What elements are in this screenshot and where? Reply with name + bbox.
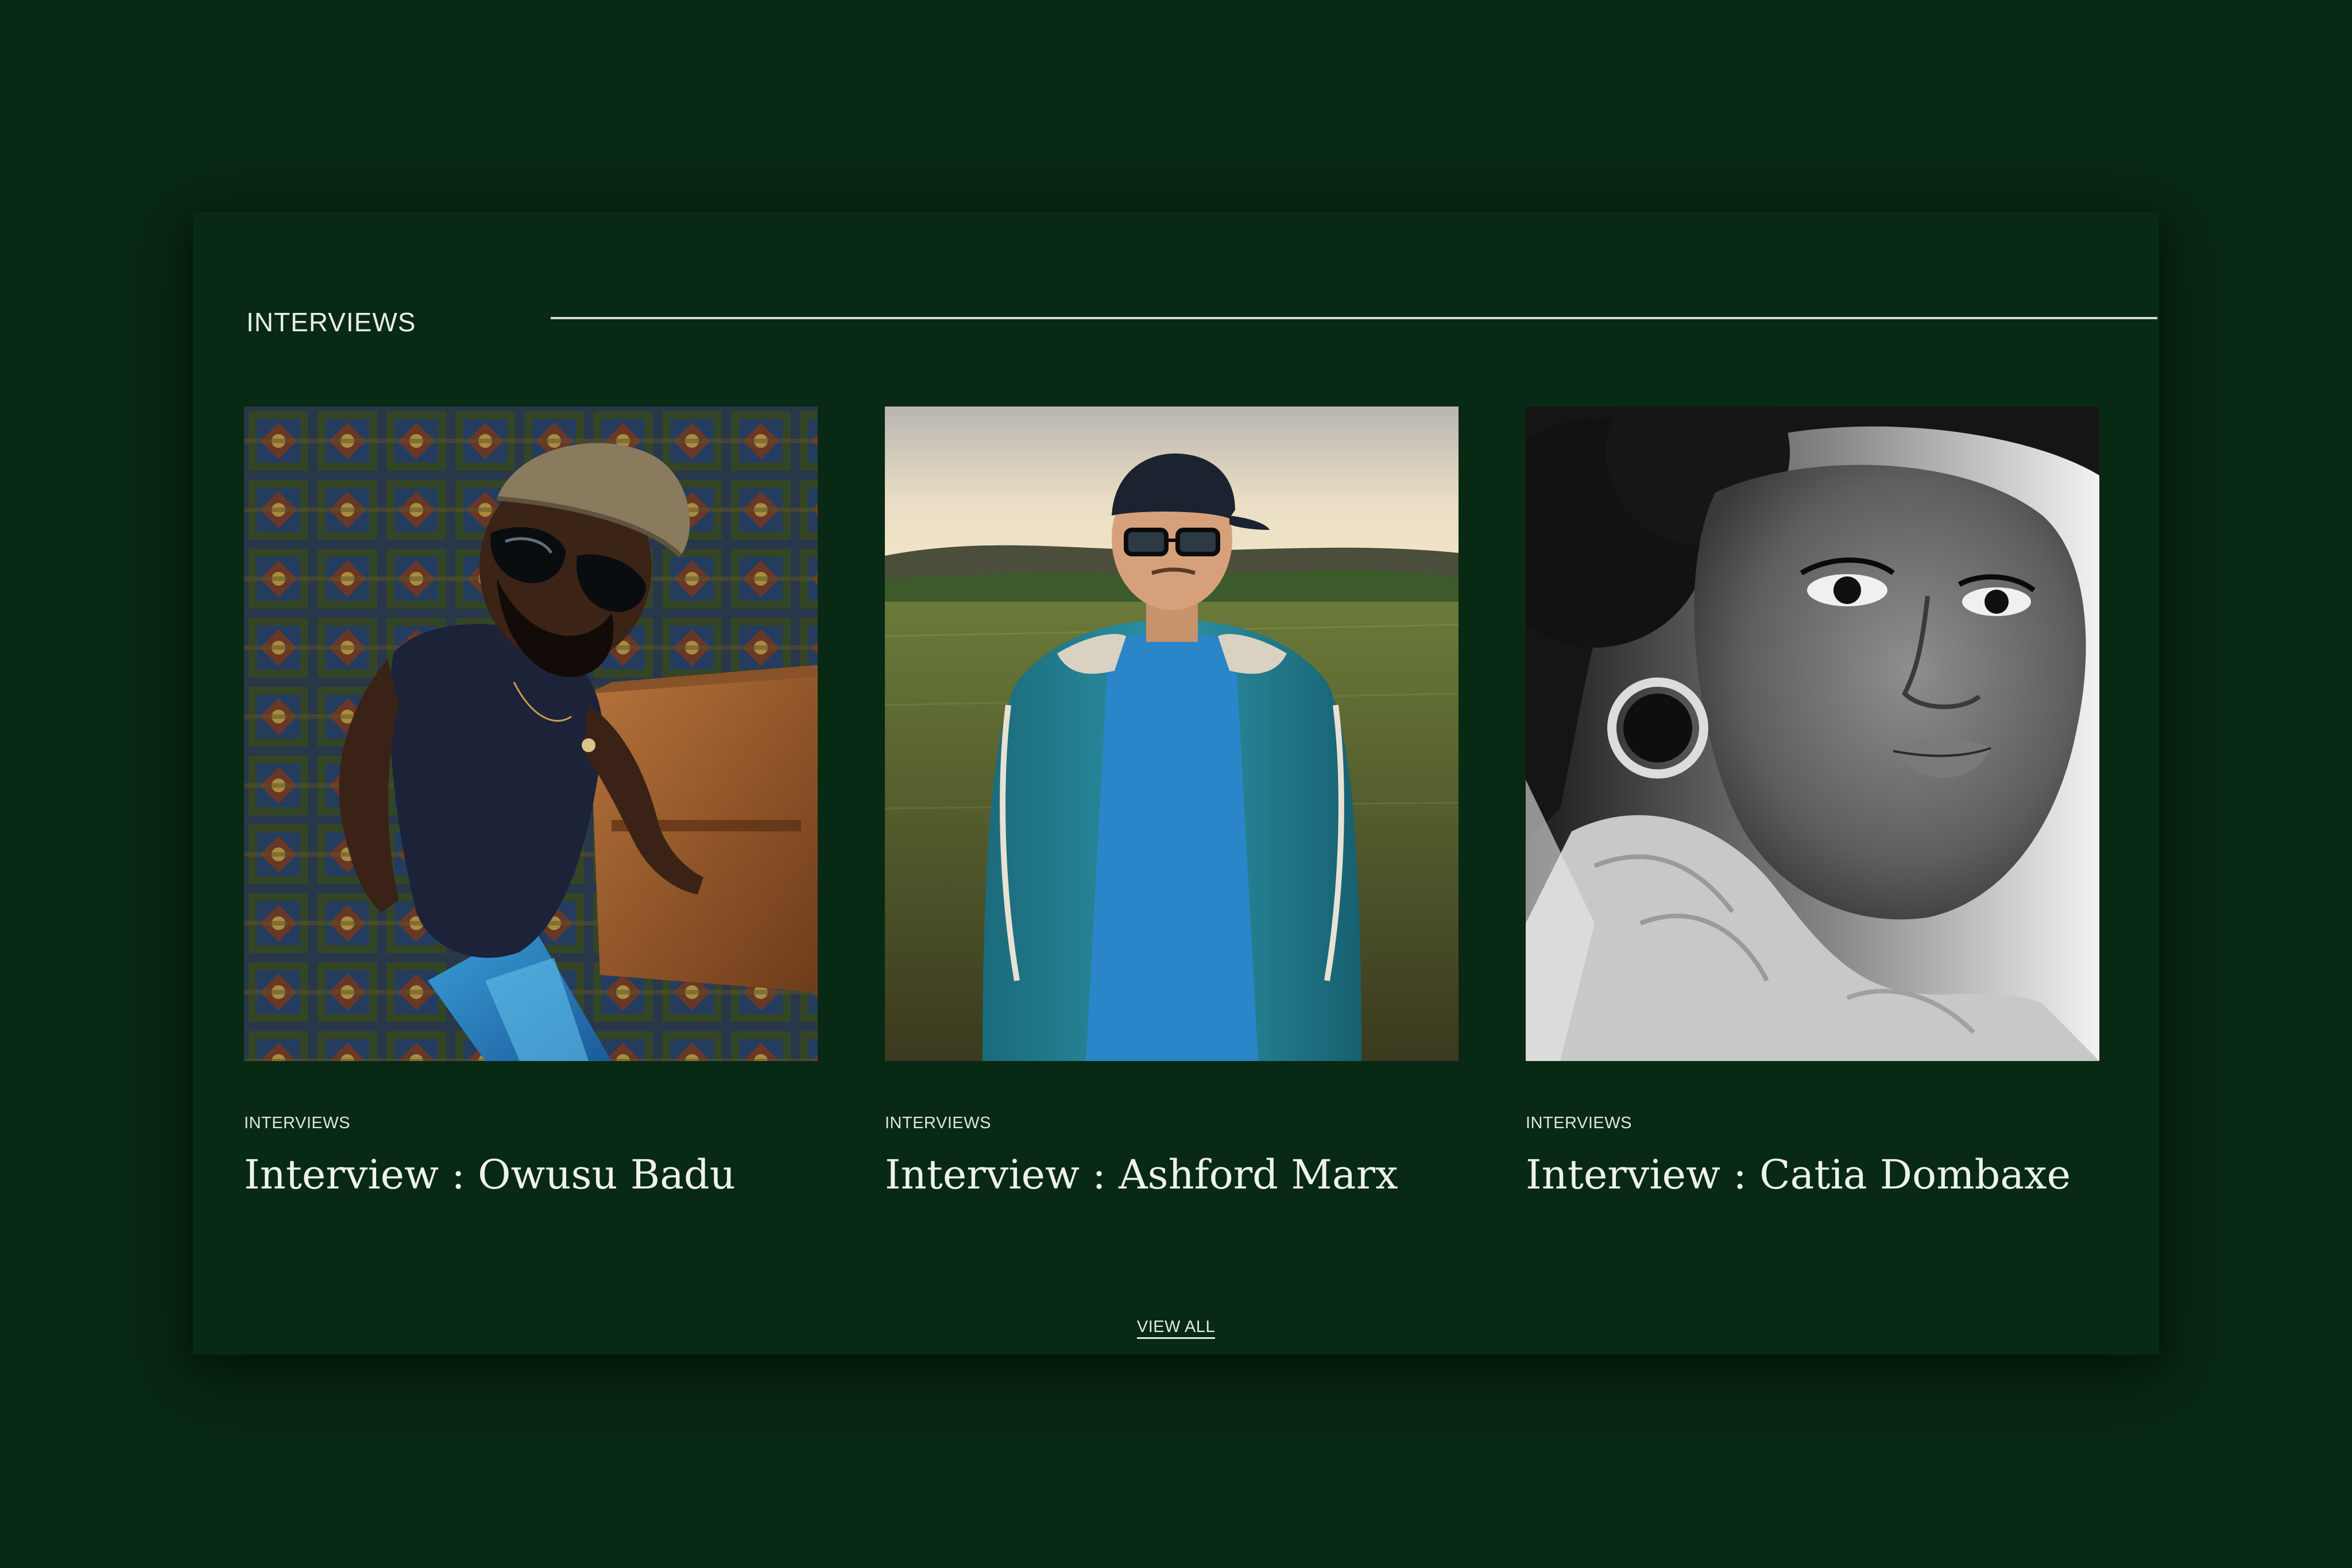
portrait-photo-icon xyxy=(1526,406,2099,1061)
article-card[interactable]: INTERVIEWS Interview : Owusu Badu xyxy=(244,406,818,1198)
section-title: INTERVIEWS xyxy=(246,307,416,337)
section-divider xyxy=(551,317,2157,319)
portrait-photo-icon xyxy=(885,406,1459,1061)
interviews-section: INTERVIEWS INTERVIEWS Interview: Owusu … xyxy=(193,212,2159,1354)
article-category[interactable]: INTERVIEWS xyxy=(244,1113,350,1133)
article-category[interactable]: INTERVIEWS xyxy=(885,1113,991,1133)
view-all-container: VIEW ALL xyxy=(193,1318,2159,1339)
portrait-photo-icon xyxy=(244,406,818,1061)
article-card[interactable]: INTERVIEWS Interview : Ashford Marx xyxy=(885,406,1459,1198)
view-all-link[interactable]: VIEW ALL xyxy=(1136,1318,1216,1339)
article-category[interactable]: INTERVIEWS xyxy=(1526,1113,1632,1133)
article-photo[interactable] xyxy=(244,406,818,1061)
article-headline[interactable]: Interview : Owusu Badu xyxy=(244,1151,818,1199)
article-headline[interactable]: Interview : Catia Dombaxe xyxy=(1526,1151,2099,1199)
article-card[interactable]: INTERVIEWS Interview : Catia Dombaxe xyxy=(1526,406,2099,1198)
article-photo[interactable] xyxy=(1526,406,2099,1061)
article-grid: INTERVIEWS Interview : Owusu Badu INTERV… xyxy=(244,406,2109,1198)
section-header: INTERVIEWS xyxy=(246,305,2157,339)
article-photo[interactable] xyxy=(885,406,1459,1061)
article-headline[interactable]: Interview : Ashford Marx xyxy=(885,1151,1459,1199)
